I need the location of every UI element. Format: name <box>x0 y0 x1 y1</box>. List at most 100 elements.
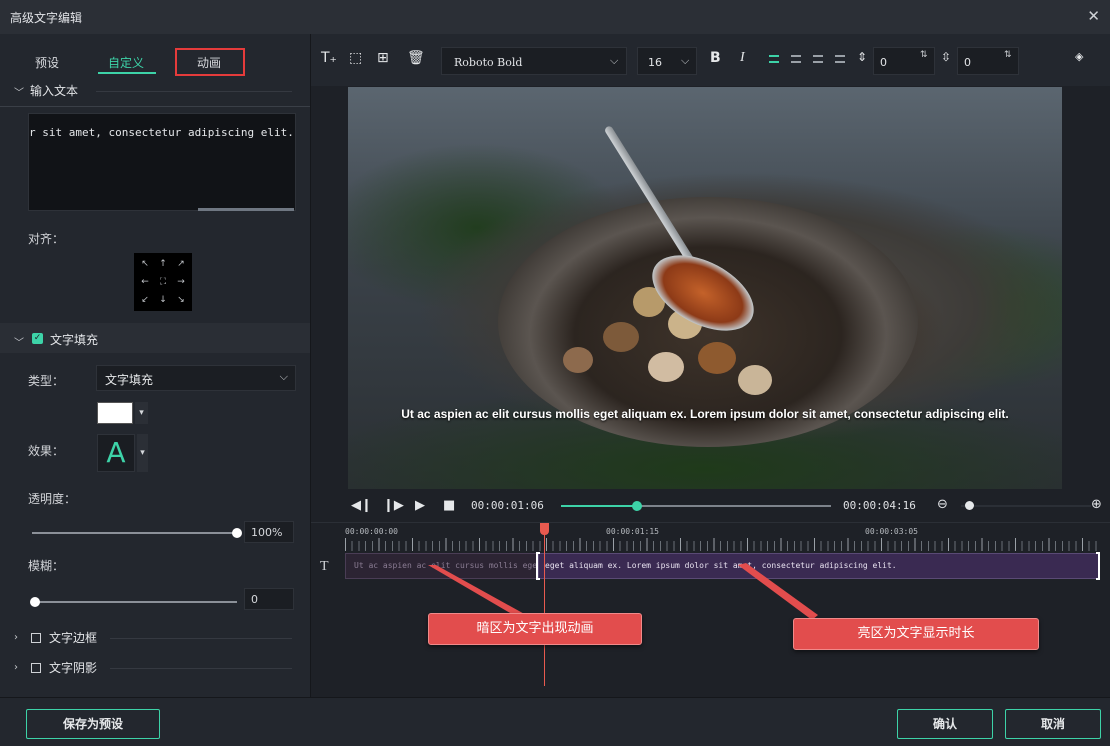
effect-dropdown-icon[interactable]: ▾ <box>137 434 148 472</box>
preview-food <box>648 352 684 382</box>
blur-value-box[interactable]: 0 <box>244 588 294 610</box>
color-dropdown-icon[interactable]: ▾ <box>135 402 148 424</box>
stepper-icon[interactable]: ⇅ <box>920 50 928 60</box>
line-spacing-input[interactable]: 0 ⇅ <box>957 47 1019 75</box>
playhead-marker[interactable] <box>540 523 549 535</box>
align-right-icon[interactable]: → <box>172 273 190 291</box>
char-spacing-input[interactable]: 0 ⇅ <box>873 47 935 75</box>
fill-section-header <box>0 323 310 353</box>
video-preview[interactable]: Ut ac aspien ac elit cursus mollis eget … <box>348 87 1062 489</box>
window-title: 高级文字编辑 <box>10 11 83 25</box>
confirm-button[interactable]: 确认 <box>897 709 993 739</box>
save-preset-button[interactable]: 保存为预设 <box>26 709 160 739</box>
zoom-out-icon[interactable]: ⊖ <box>937 497 948 512</box>
preview-food <box>603 322 639 352</box>
fill-type-value: 文字填充 <box>105 373 154 387</box>
blur-slider-knob[interactable] <box>30 597 40 607</box>
char-spacing-value: 0 <box>880 56 887 69</box>
clip-trim-handle[interactable] <box>1096 552 1100 580</box>
text-input-scrollbar[interactable] <box>198 208 294 211</box>
section-title-input: 输入文本 <box>30 84 79 98</box>
align-bottom-right-icon[interactable]: ↘ <box>172 291 190 309</box>
tab-animation-highlight <box>175 48 245 76</box>
timeline: 00:00:00:00 00:00:01:15 00:00:03:05 T Ut… <box>311 522 1110 698</box>
opacity-slider-track[interactable] <box>32 532 237 534</box>
close-icon[interactable]: ✕ <box>1087 7 1100 25</box>
chevron-down-icon: ⌵ <box>610 54 619 67</box>
type-label: 类型： <box>28 374 65 388</box>
chevron-down-icon: ⌵ <box>681 54 690 67</box>
callout-dark-area: 暗区为文字出现动画 <box>428 613 642 645</box>
chevron-down-icon[interactable]: ﹀ <box>14 84 24 99</box>
playhead-line[interactable] <box>544 523 545 686</box>
blur-label: 模糊： <box>28 559 65 573</box>
tab-custom[interactable]: 自定义 <box>108 54 144 71</box>
zoom-slider-track[interactable] <box>961 505 1091 507</box>
total-duration: 00:00:04:16 <box>843 499 916 512</box>
align-center-icon[interactable]: ⛶ <box>154 273 172 291</box>
text-input-area[interactable]: r sit amet, consectetur adipiscing elit. <box>28 113 296 211</box>
prev-frame-icon[interactable]: ◀❙ <box>351 498 372 513</box>
opacity-label: 透明度： <box>28 492 77 506</box>
font-size-select[interactable]: 16 ⌵ <box>637 47 697 75</box>
preview-food <box>738 365 772 395</box>
cancel-button[interactable]: 取消 <box>1005 709 1101 739</box>
preview-caption-text[interactable]: Ut ac aspien ac elit cursus mollis eget … <box>348 407 1062 421</box>
chevron-right-icon[interactable]: › <box>14 632 18 643</box>
border-checkbox[interactable] <box>31 633 41 643</box>
next-frame-icon[interactable]: ❙▶ <box>383 498 404 513</box>
align-top-icon[interactable]: ↑ <box>154 255 172 273</box>
keyframe-icon[interactable]: ◈ <box>1075 50 1083 63</box>
align-right-icon[interactable] <box>813 55 823 63</box>
char-spacing-icon: ⇕ <box>857 50 868 64</box>
font-size-value: 16 <box>648 56 662 69</box>
clip-duration-area[interactable]: eget aliquam ex. Lorem ipsum dolor sit a… <box>538 553 1100 579</box>
delete-icon[interactable]: 🗑 <box>407 50 425 66</box>
ruler-label: 00:00:01:15 <box>606 527 659 536</box>
effect-preview[interactable]: A <box>97 434 135 472</box>
chevron-down-icon[interactable]: ﹀ <box>14 334 24 349</box>
align-center-icon[interactable] <box>791 55 801 63</box>
chevron-down-icon: ⌵ <box>279 370 288 383</box>
playback-knob[interactable] <box>631 501 642 511</box>
section-divider <box>110 668 292 669</box>
fill-checkbox[interactable]: ✓ <box>32 333 43 344</box>
clip-animation-in-area[interactable]: Ut ac aspien ac elit cursus mollis eget … <box>345 553 538 579</box>
opacity-value-box[interactable]: 100% <box>244 521 294 543</box>
tab-custom-underline <box>98 72 156 74</box>
shadow-checkbox[interactable] <box>31 663 41 673</box>
tab-divider <box>0 106 310 107</box>
align-bottom-icon[interactable]: ↓ <box>154 291 172 309</box>
chevron-right-icon[interactable]: › <box>14 662 18 673</box>
opacity-slider-knob[interactable] <box>232 528 242 538</box>
alignment-grid: ↖ ↑ ↗ ← ⛶ → ↙ ↓ ↘ <box>134 253 192 311</box>
align-bottom-left-icon[interactable]: ↙ <box>136 291 154 309</box>
playback-bar: ◀❙ ❙▶ ▶ ■ 00:00:01:06 00:00:04:16 ⊖ ⊕ <box>311 490 1110 522</box>
align-left-icon[interactable] <box>769 55 779 63</box>
preview-food <box>698 342 736 374</box>
blur-slider-track[interactable] <box>32 601 237 603</box>
section-title-border: 文字边框 <box>49 631 98 645</box>
fill-color-swatch[interactable] <box>97 402 133 424</box>
add-image-icon[interactable]: ⊞ <box>377 50 389 66</box>
italic-button[interactable]: I <box>740 50 745 66</box>
align-top-right-icon[interactable]: ↗ <box>172 255 190 273</box>
zoom-slider-knob[interactable] <box>965 501 974 510</box>
current-time: 00:00:01:06 <box>471 499 544 512</box>
tab-preset[interactable]: 预设 <box>35 54 59 71</box>
stop-icon[interactable]: ■ <box>443 498 455 513</box>
ruler-label: 00:00:03:05 <box>865 527 918 536</box>
stepper-icon[interactable]: ⇅ <box>1004 50 1012 60</box>
ruler-major-ticks <box>345 538 1100 551</box>
align-justify-icon[interactable] <box>835 55 845 63</box>
fill-type-select[interactable]: 文字填充 ⌵ <box>96 365 296 391</box>
bold-button[interactable]: B <box>710 50 721 66</box>
align-top-left-icon[interactable]: ↖ <box>136 255 154 273</box>
play-icon[interactable]: ▶ <box>415 498 425 513</box>
clip-trim-handle[interactable] <box>536 552 540 580</box>
text-box-icon[interactable]: ⬚ <box>349 50 362 66</box>
add-text-icon[interactable]: T₊ <box>321 50 337 66</box>
font-family-select[interactable]: Roboto Bold ⌵ <box>441 47 627 75</box>
align-left-icon[interactable]: ← <box>136 273 154 291</box>
zoom-in-icon[interactable]: ⊕ <box>1091 497 1102 512</box>
